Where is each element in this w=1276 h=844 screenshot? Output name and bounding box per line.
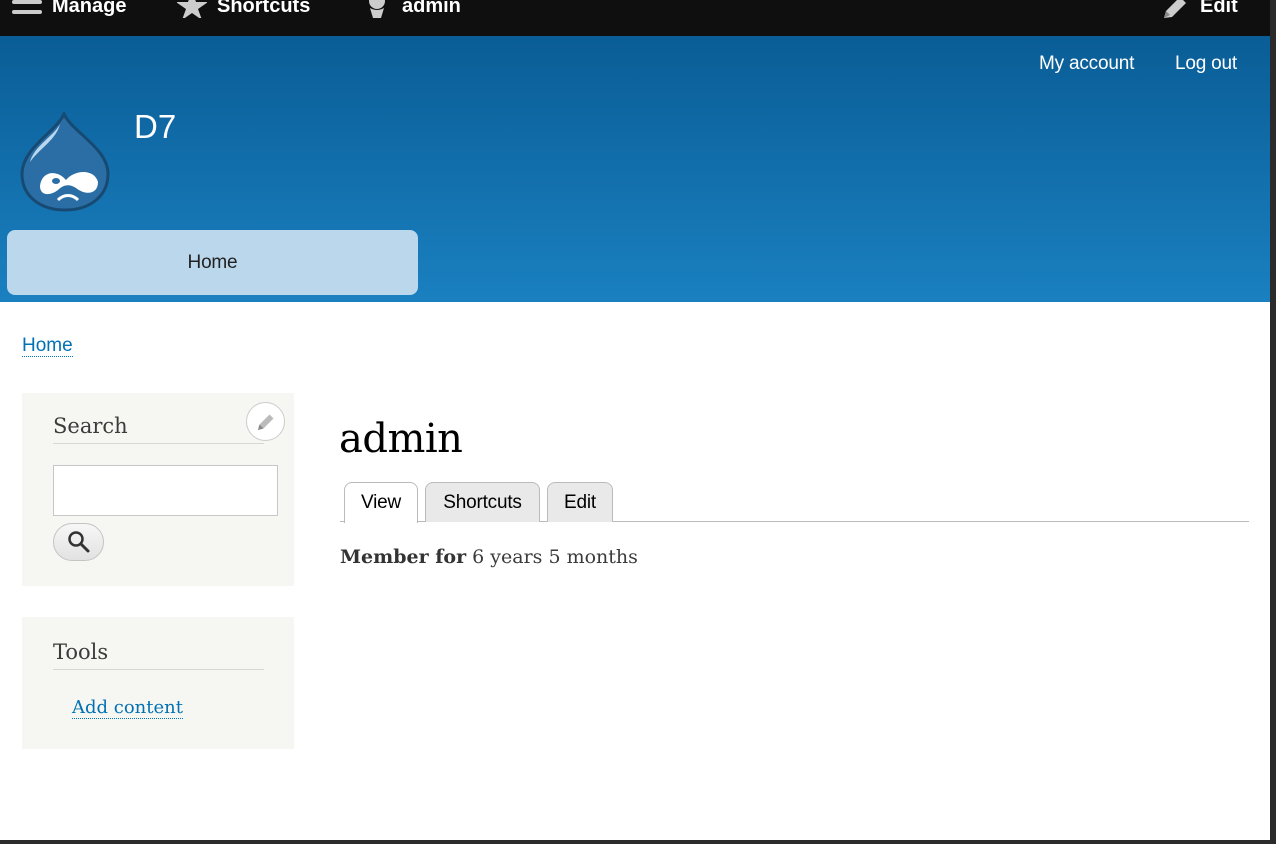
toolbar-edit-label: Edit [1200, 0, 1238, 17]
toolbar-user-label: admin [402, 0, 461, 17]
toolbar-edit[interactable]: Edit [1162, 0, 1238, 18]
tab-view[interactable]: View [344, 482, 418, 523]
drupal-logo[interactable] [20, 112, 110, 212]
pencil-icon [257, 414, 273, 430]
member-for-label: Member for [340, 546, 467, 568]
tools-block: Tools Add content [22, 617, 294, 749]
site-header: My account Log out D7 Home [0, 36, 1270, 302]
tab-edit[interactable]: Edit [547, 482, 613, 522]
breadcrumb-home[interactable]: Home [22, 335, 73, 357]
window-edge-right [1270, 0, 1276, 844]
hamburger-icon [12, 0, 42, 14]
page: Manage Shortcuts admin Edit My account L… [0, 0, 1276, 844]
magnifier-icon [67, 531, 89, 553]
toolbar-manage-label: Manage [52, 0, 127, 17]
toolbar-shortcuts-label: Shortcuts [217, 0, 311, 17]
admin-toolbar: Manage Shortcuts admin Edit [0, 0, 1270, 36]
search-block-title: Search [53, 414, 264, 444]
member-for-value: 6 years 5 months [472, 546, 638, 568]
contextual-links-button[interactable] [246, 402, 285, 441]
search-submit-button[interactable] [53, 523, 104, 561]
toolbar-shortcuts[interactable]: Shortcuts [177, 0, 310, 18]
main-menu-home[interactable]: Home [7, 230, 418, 295]
star-icon [177, 0, 207, 18]
toolbar-manage[interactable]: Manage [12, 0, 126, 18]
search-input[interactable] [53, 465, 278, 516]
log-out-link[interactable]: Log out [1175, 53, 1237, 75]
user-icon [369, 0, 385, 18]
toolbar-user[interactable]: admin [362, 0, 461, 18]
window-edge-bottom [0, 840, 1276, 844]
search-block: Search [22, 393, 294, 586]
member-for-field: Member for 6 years 5 months [340, 546, 638, 568]
page-title: admin [339, 416, 463, 462]
add-content-link[interactable]: Add content [72, 698, 183, 719]
tab-shortcuts[interactable]: Shortcuts [425, 482, 540, 522]
site-name[interactable]: D7 [134, 108, 176, 146]
pencil-icon [1164, 0, 1186, 18]
my-account-link[interactable]: My account [1039, 53, 1134, 75]
tools-block-title: Tools [53, 640, 264, 670]
